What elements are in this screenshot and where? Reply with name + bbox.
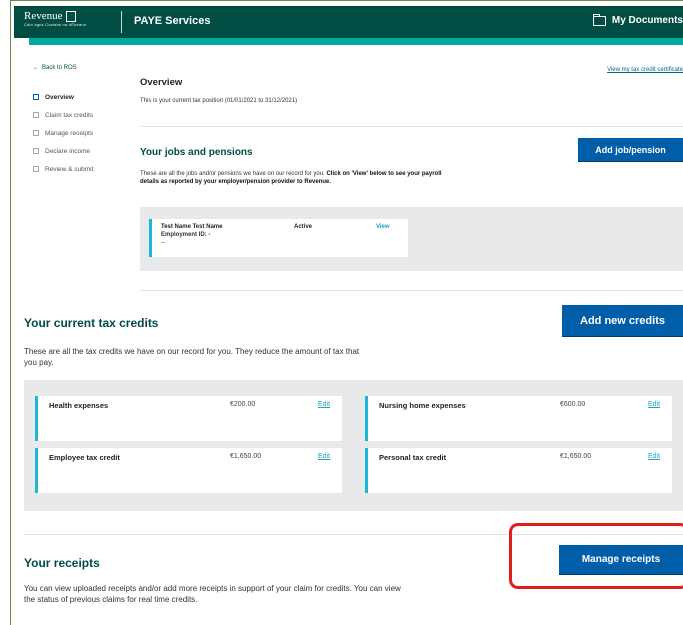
sidebar-item-overview[interactable]: Overview: [33, 88, 93, 106]
logo-subtext: Cáin agus Custaim na hÉireann: [24, 22, 87, 27]
divider: [24, 534, 683, 535]
jobs-description-text: These are all the jobs and/or pensions w…: [140, 171, 325, 177]
credit-card-employee-tax-credit: Employee tax credit €1,650.00 Edit: [35, 448, 342, 493]
tax-credits-description: These are all the tax credits we have on…: [24, 347, 360, 367]
step-checkbox-icon: [33, 130, 39, 136]
credit-name: Personal tax credit: [379, 453, 447, 462]
tax-position-subtitle: This is your current tax position (01/01…: [140, 98, 298, 104]
harp-icon: [66, 11, 77, 22]
step-checkbox-icon: [33, 112, 39, 118]
sidebar-item-label: Declare income: [45, 147, 91, 155]
job-employment-id: Employment ID: -: [161, 232, 211, 238]
credit-edit-link[interactable]: Edit: [648, 401, 660, 408]
page-title: Overview: [140, 77, 183, 88]
jobs-description: These are all the jobs and/or pensions w…: [140, 170, 460, 186]
folder-icon: [592, 13, 606, 26]
credit-card-nursing-home-expenses: Nursing home expenses €600.00 Edit: [365, 396, 672, 441]
credit-card-personal-tax-credit: Personal tax credit €1,650.00 Edit: [365, 448, 672, 493]
top-header: Revenue Cáin agus Custaim na hÉireann PA…: [14, 6, 683, 38]
arrow-left-icon: ←: [33, 65, 39, 71]
sidebar-item-review-submit[interactable]: Review & submit: [33, 160, 93, 178]
job-employer-name: Test Name Test Name: [161, 224, 223, 230]
credit-name: Employee tax credit: [49, 453, 120, 462]
step-checkbox-icon: [33, 148, 39, 154]
receipts-section-title: Your receipts: [24, 556, 100, 570]
my-documents-label: My Documents: [611, 15, 683, 26]
credit-edit-link[interactable]: Edit: [648, 453, 660, 460]
credit-amount: €1,650.00: [230, 453, 262, 460]
sidebar-item-claim-tax-credits[interactable]: Claim tax credits: [33, 106, 93, 124]
job-view-link[interactable]: View: [376, 224, 390, 230]
sidebar-item-label: Review & submit: [45, 165, 94, 173]
sidebar-nav: Overview Claim tax credits Manage receip…: [33, 88, 93, 178]
tax-credits-section-title: Your current tax credits: [24, 316, 159, 330]
credit-name: Health expenses: [49, 401, 109, 410]
frame-border-left: [10, 0, 11, 625]
job-extra: --: [161, 240, 165, 246]
revenue-logo[interactable]: Revenue Cáin agus Custaim na hÉireann: [24, 11, 112, 33]
jobs-panel: Test Name Test Name Employment ID: - -- …: [140, 207, 683, 271]
sidebar-item-manage-receipts[interactable]: Manage receipts: [33, 124, 93, 142]
back-to-ros-link[interactable]: ← Back to ROS: [33, 65, 77, 71]
header-accent-bar: [29, 38, 683, 45]
sidebar-item-label: Overview: [45, 93, 74, 101]
jobs-section-title: Your jobs and pensions: [140, 147, 253, 158]
frame-border-top: [10, 0, 683, 1]
credit-edit-link[interactable]: Edit: [318, 401, 330, 408]
sidebar-item-label: Claim tax credits: [45, 111, 94, 119]
receipts-description: You can view uploaded receipts and/or ad…: [24, 584, 401, 604]
step-checkbox-icon: [33, 166, 39, 172]
logo-text: Revenue: [24, 10, 63, 22]
my-documents-link[interactable]: My Documents: [592, 13, 683, 26]
job-card: Test Name Test Name Employment ID: - -- …: [149, 219, 408, 257]
add-new-credits-button[interactable]: Add new credits: [562, 305, 683, 336]
divider: [140, 126, 683, 127]
divider: [140, 290, 683, 291]
credit-card-health-expenses: Health expenses €200.00 Edit: [35, 396, 342, 441]
view-tax-credit-certificate-link[interactable]: View my tax credit certificate: [607, 67, 683, 73]
header-separator: [121, 11, 122, 33]
credit-edit-link[interactable]: Edit: [318, 453, 330, 460]
credit-amount: €200.00: [230, 401, 256, 408]
manage-receipts-button[interactable]: Manage receipts: [559, 545, 683, 574]
tax-credits-panel: Health expenses €200.00 Edit Nursing hom…: [24, 380, 683, 511]
step-checkbox-icon: [33, 94, 39, 100]
header-title: PAYE Services: [134, 15, 211, 27]
back-link-label: Back to ROS: [42, 65, 77, 71]
sidebar-item-label: Manage receipts: [45, 129, 94, 137]
sidebar-item-declare-income[interactable]: Declare income: [33, 142, 93, 160]
credit-amount: €600.00: [560, 401, 586, 408]
job-status: Active: [294, 224, 313, 230]
credit-name: Nursing home expenses: [379, 401, 466, 410]
credit-amount: €1,650.00: [560, 453, 592, 460]
add-job-pension-button[interactable]: Add job/pension: [578, 138, 683, 161]
